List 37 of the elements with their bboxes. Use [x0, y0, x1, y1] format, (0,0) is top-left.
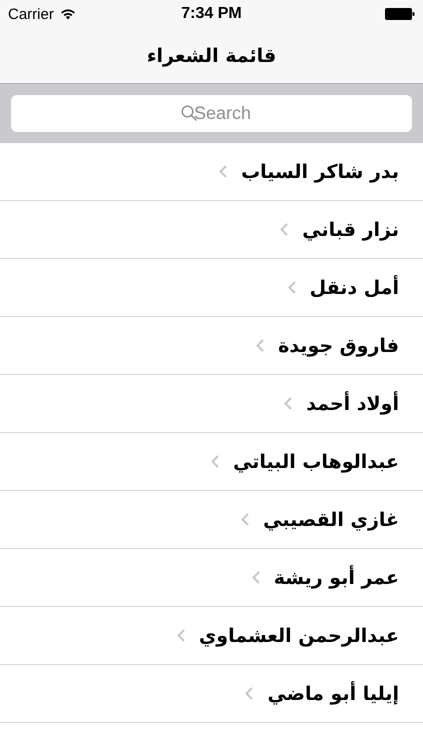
chevron-icon	[176, 629, 185, 642]
chevron-icon	[245, 687, 254, 700]
poet-name: بدر شاكر السياب	[241, 160, 399, 182]
poet-row[interactable]: عمر أبو ريشة	[0, 549, 423, 607]
search-icon	[180, 105, 196, 121]
chevron-icon	[284, 397, 292, 410]
nav-title: قائمة الشعراء	[146, 44, 276, 66]
poet-row[interactable]: إيليا أبو ماضي	[0, 665, 423, 723]
poet-name: عبدالوهاب البياتي	[233, 450, 399, 472]
status-time: 7:34 PM	[181, 5, 242, 23]
poet-row[interactable]: أولاد أحمد	[0, 375, 423, 433]
chevron-icon	[288, 281, 296, 294]
poet-name: فاروق جويدة	[278, 334, 399, 356]
chevron-icon	[252, 571, 260, 584]
poet-name: عبدالرحمن العشماوي	[198, 624, 399, 646]
chevron-icon	[211, 455, 220, 468]
chevron-icon	[256, 339, 264, 352]
chevron-icon	[241, 513, 250, 526]
wifi-icon	[60, 8, 76, 20]
poet-row[interactable]: فاروق جويدة	[0, 317, 423, 375]
poet-row[interactable]: عبدالرحمن العشماوي	[0, 607, 423, 665]
battery-icon	[385, 8, 415, 20]
poet-name: عمر أبو ريشة	[274, 566, 399, 588]
carrier-label: Carrier	[8, 6, 54, 22]
chevron-icon	[280, 223, 288, 236]
poet-row[interactable]: أمل دنقل	[0, 259, 423, 317]
poet-name: إيليا أبو ماضي	[267, 682, 399, 704]
poet-row[interactable]: عبدالوهاب البياتي	[0, 433, 423, 491]
poet-name: أولاد أحمد	[306, 392, 399, 414]
poet-name: نزار قباني	[302, 218, 399, 240]
poet-name: أمل دنقل	[310, 276, 399, 298]
chevron-icon	[219, 165, 228, 178]
poet-row[interactable]: نزار قباني	[0, 201, 423, 259]
search-field[interactable]: Search	[11, 95, 412, 132]
poet-name: غازي القصيبي	[263, 508, 399, 530]
poet-row[interactable]: بدر شاكر السياب	[0, 143, 423, 201]
poet-row[interactable]: غازي القصيبي	[0, 491, 423, 549]
